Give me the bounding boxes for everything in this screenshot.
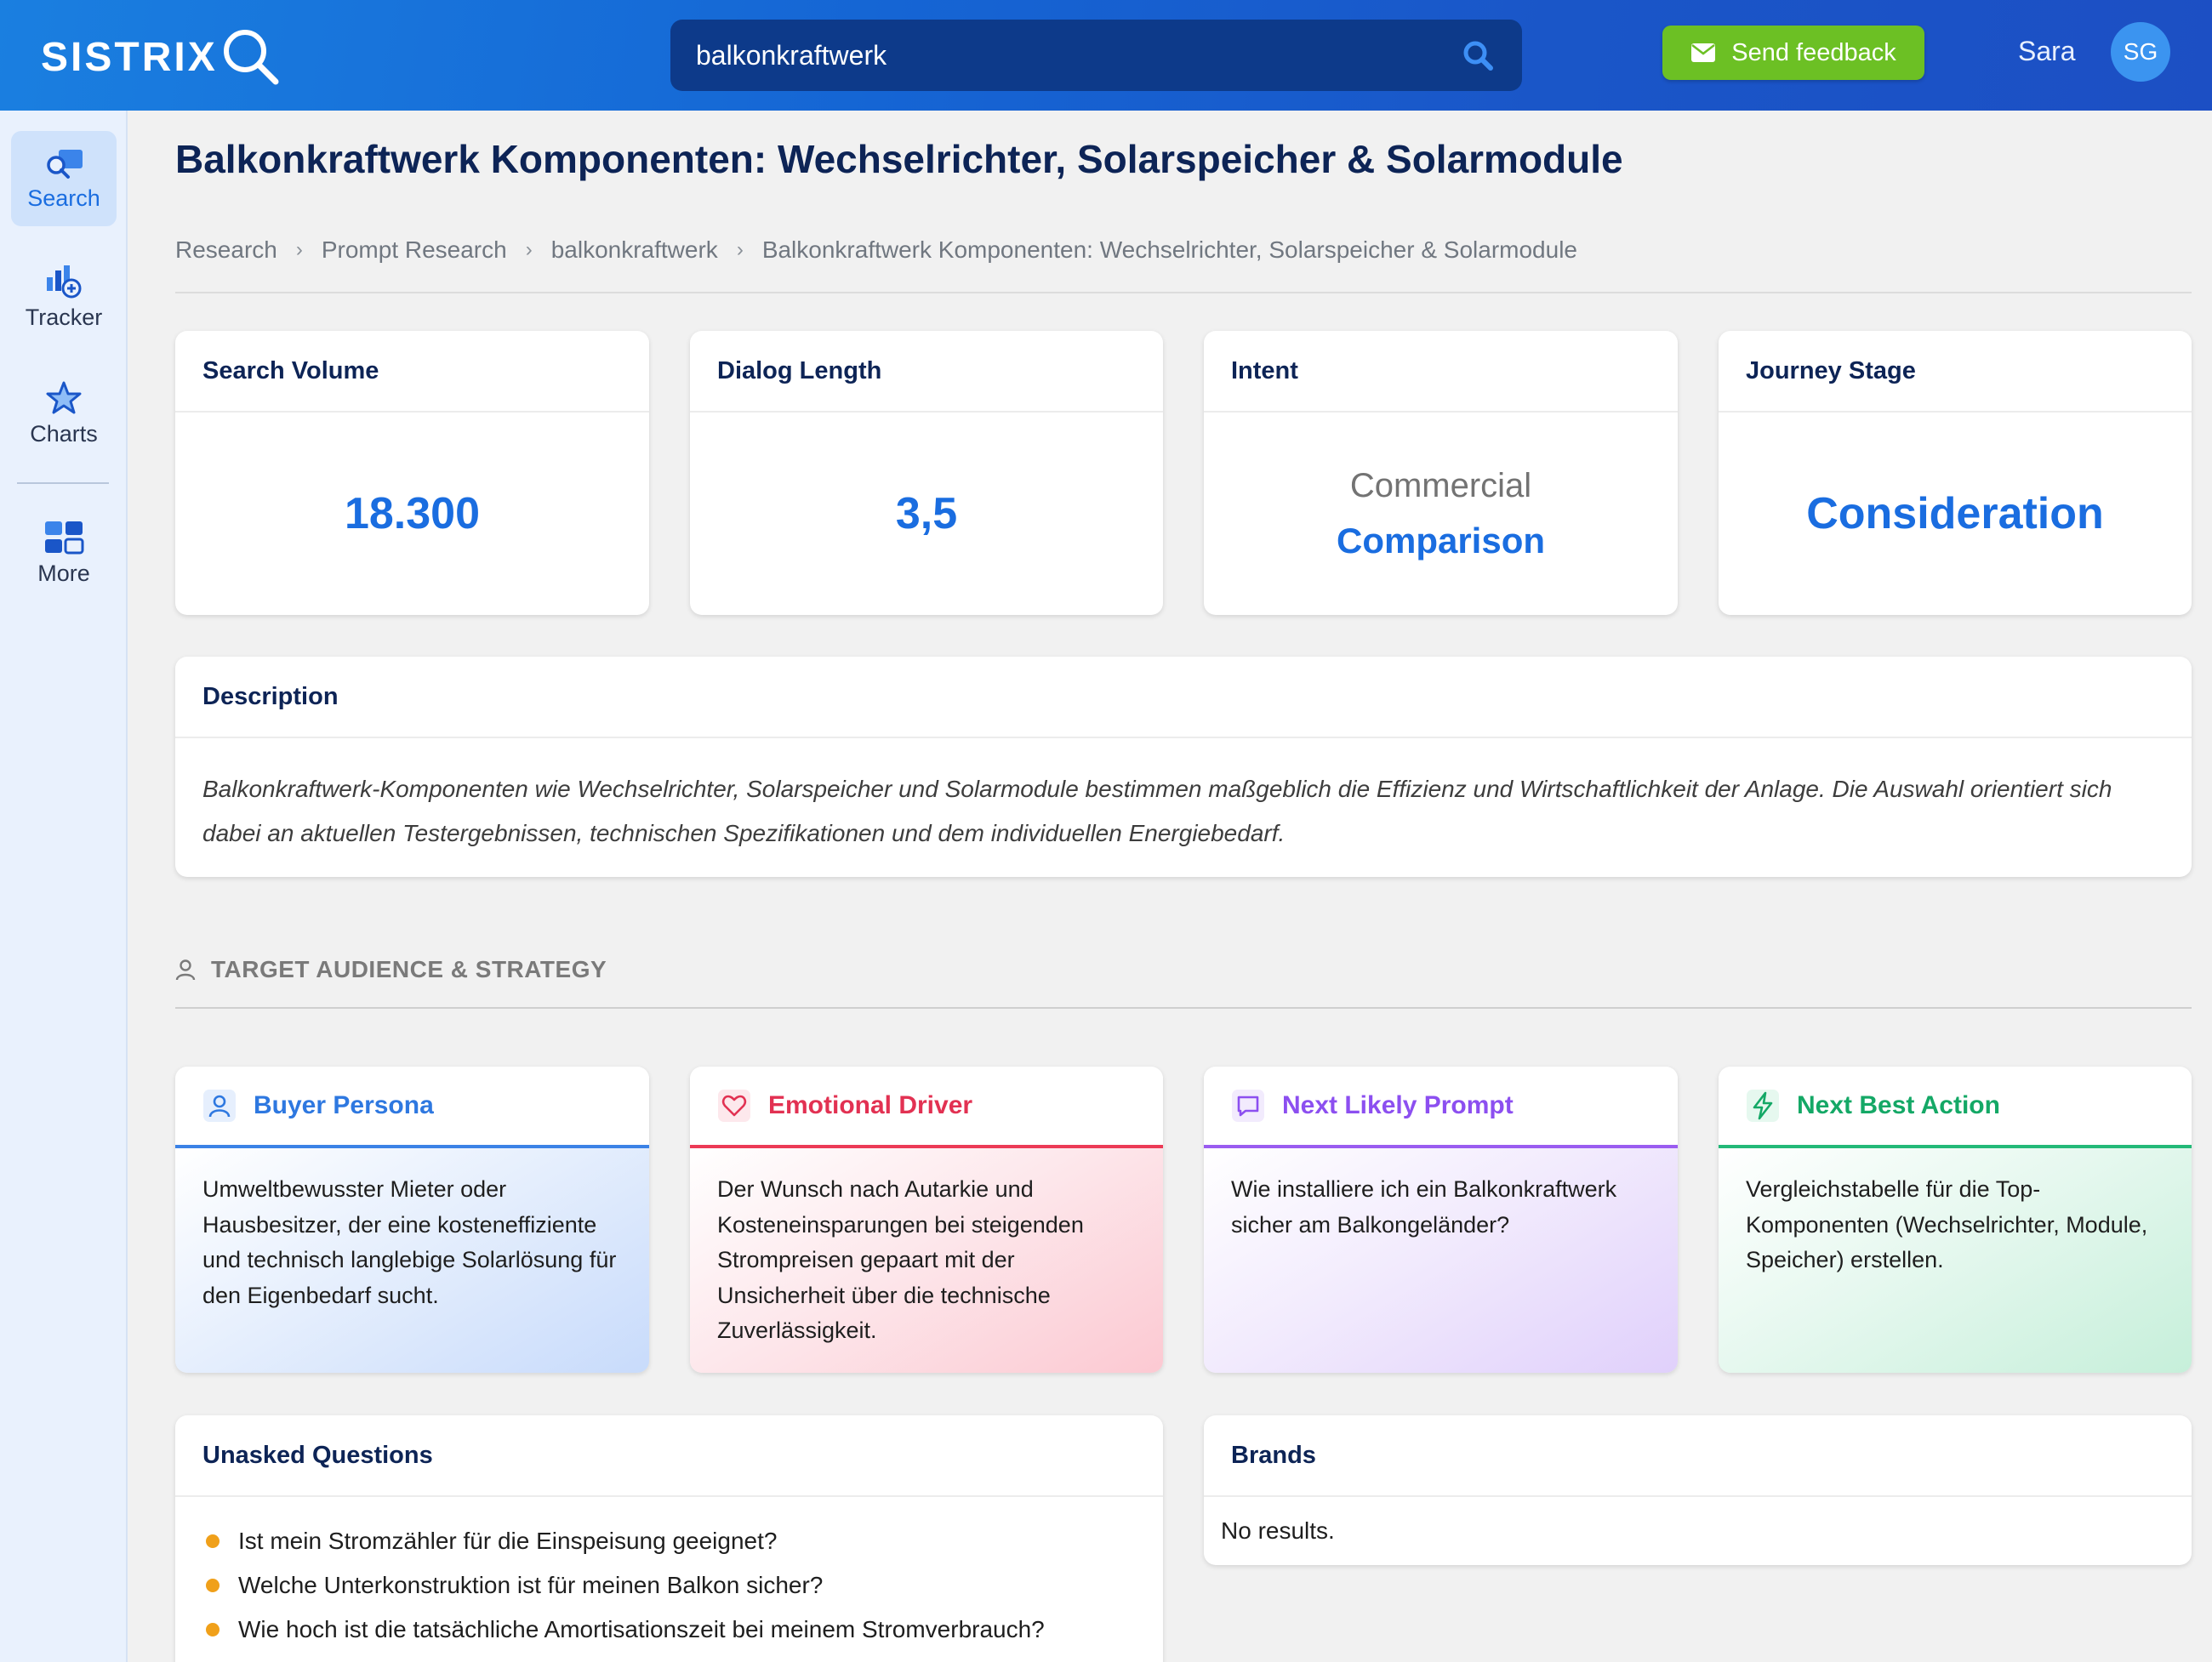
description-card: Description Balkonkraftwerk-Komponenten …: [175, 657, 2192, 877]
page-title: Balkonkraftwerk Komponenten: Wechselrich…: [175, 137, 1623, 181]
breadcrumb-item-research[interactable]: Research: [175, 236, 277, 264]
list-item: Ist mein Stromzähler für die Einspeisung…: [206, 1519, 1136, 1563]
journey-stage-card: Journey Stage Consideration: [1719, 331, 2192, 615]
sidebar-divider: [17, 482, 109, 484]
breadcrumb-item-prompt-research[interactable]: Prompt Research: [322, 236, 507, 264]
sidebar-item-label: More: [37, 560, 90, 586]
unasked-questions-card: Unasked Questions Ist mein Stromzähler f…: [175, 1415, 1163, 1662]
breadcrumb: Research › Prompt Research › balkonkraft…: [175, 236, 1577, 264]
journey-stage-value: Consideration: [1806, 489, 2104, 538]
buyer-persona-header: Buyer Persona: [175, 1067, 649, 1148]
next-best-action-header: Next Best Action: [1719, 1067, 2192, 1148]
intent-values: Commercial Comparison: [1204, 413, 1678, 615]
chat-bubble-icon: [1232, 1090, 1264, 1122]
top-header: SISTRIX Send feedback Sara SG: [0, 0, 2212, 111]
search-volume-card: Search Volume 18.300: [175, 331, 649, 615]
card-title: Intent: [1204, 331, 1678, 413]
card-title: Description: [175, 657, 2192, 738]
heart-icon: [718, 1090, 750, 1122]
buyer-persona-text: Umweltbewusster Mieter oder Hausbesitzer…: [175, 1148, 649, 1373]
send-feedback-button[interactable]: Send feedback: [1662, 26, 1924, 80]
tracker-chart-icon: [47, 265, 82, 298]
sistrix-logo[interactable]: SISTRIX: [41, 26, 282, 88]
search-bar[interactable]: [670, 20, 1522, 91]
divider: [175, 292, 2192, 293]
section-heading-label: TARGET AUDIENCE & STRATEGY: [211, 956, 607, 982]
search-volume-value: 18.300: [344, 489, 481, 538]
emotional-driver-header: Emotional Driver: [690, 1067, 1163, 1148]
intent-category: Commercial: [1349, 466, 1532, 504]
emotional-driver-text: Der Wunsch nach Autarkie und Kosteneinsp…: [690, 1148, 1163, 1373]
brands-card: Brands No results.: [1204, 1415, 2192, 1565]
logo-magnifier-icon: [223, 30, 279, 85]
chevron-right-icon: ›: [295, 238, 303, 261]
avatar[interactable]: SG: [2111, 22, 2170, 82]
chevron-right-icon: ›: [736, 238, 744, 261]
user-icon: [175, 959, 196, 981]
question-text: Welche Unterkonstruktion ist für meinen …: [238, 1572, 824, 1598]
list-item: Welche Unterkonstruktion ist für meinen …: [206, 1563, 1136, 1608]
question-text: Ist mein Stromzähler für die Einspeisung…: [238, 1528, 778, 1554]
intent-value: Comparison: [1336, 520, 1546, 561]
card-title: Brands: [1204, 1415, 2192, 1497]
sidebar-item-more[interactable]: More: [11, 505, 117, 600]
send-feedback-label: Send feedback: [1731, 38, 1896, 66]
search-input[interactable]: [696, 39, 1459, 71]
buyer-persona-card: Buyer Persona Umweltbewusster Mieter ode…: [175, 1067, 649, 1373]
next-likely-prompt-header: Next Likely Prompt: [1204, 1067, 1678, 1148]
bullet-dot: [206, 1534, 219, 1548]
sidebar-item-label: Charts: [30, 420, 98, 447]
list-item: Wie hoch ist die tatsächliche Amortisati…: [206, 1608, 1136, 1652]
card-title: Unasked Questions: [175, 1415, 1163, 1497]
next-likely-prompt-title: Next Likely Prompt: [1282, 1091, 1514, 1119]
sidebar-item-search[interactable]: Search: [11, 131, 117, 226]
questions-list: Ist mein Stromzähler für die Einspeisung…: [175, 1497, 1163, 1652]
next-best-action-card: Next Best Action Vergleichstabelle für d…: [1719, 1067, 2192, 1373]
card-title: Search Volume: [175, 331, 649, 413]
question-text: Wie hoch ist die tatsächliche Amortisati…: [238, 1616, 1045, 1642]
lightning-icon: [1747, 1090, 1779, 1122]
next-best-action-title: Next Best Action: [1797, 1091, 2000, 1119]
intent-card: Intent Commercial Comparison: [1204, 331, 1678, 615]
next-likely-prompt-text: Wie installiere ich ein Balkonkraftwerk …: [1204, 1148, 1678, 1373]
sidebar-item-tracker[interactable]: Tracker: [11, 248, 117, 344]
next-best-action-text: Vergleichstabelle für die Top-Komponente…: [1719, 1148, 2192, 1373]
dialog-length-value: 3,5: [895, 489, 958, 538]
breadcrumb-item-current: Balkonkraftwerk Komponenten: Wechselrich…: [761, 236, 1577, 263]
search-icon: [47, 149, 83, 179]
bullet-dot: [206, 1579, 219, 1592]
emotional-driver-card: Emotional Driver Der Wunsch nach Autarki…: [690, 1067, 1163, 1373]
sidebar-item-label: Tracker: [25, 304, 103, 330]
charts-star-icon: [46, 381, 82, 413]
logo-text: SISTRIX: [41, 34, 218, 80]
search-icon[interactable]: [1459, 37, 1497, 74]
section-heading: TARGET AUDIENCE & STRATEGY: [175, 956, 607, 983]
envelope-icon: [1691, 43, 1716, 62]
breadcrumb-item-keyword[interactable]: balkonkraftwerk: [551, 236, 718, 264]
brands-empty-text: No results.: [1221, 1517, 1335, 1544]
sidebar-item-charts[interactable]: Charts: [11, 366, 117, 461]
sidebar-item-label: Search: [27, 185, 100, 211]
grid-icon: [45, 521, 84, 554]
divider: [175, 1007, 2192, 1009]
chevron-right-icon: ›: [525, 238, 533, 261]
dialog-length-card: Dialog Length 3,5: [690, 331, 1163, 615]
avatar-initials: SG: [2123, 38, 2158, 65]
next-likely-prompt-card: Next Likely Prompt Wie installiere ich e…: [1204, 1067, 1678, 1373]
emotional-driver-title: Emotional Driver: [768, 1091, 973, 1119]
sidebar: Search Tracker Charts More: [0, 111, 128, 1662]
card-title: Dialog Length: [690, 331, 1163, 413]
bullet-dot: [206, 1623, 219, 1636]
card-title: Journey Stage: [1719, 331, 2192, 413]
description-text: Balkonkraftwerk-Komponenten wie Wechselr…: [202, 776, 2112, 846]
user-icon: [203, 1090, 236, 1122]
buyer-persona-title: Buyer Persona: [254, 1091, 434, 1119]
user-name[interactable]: Sara: [2018, 36, 2076, 67]
